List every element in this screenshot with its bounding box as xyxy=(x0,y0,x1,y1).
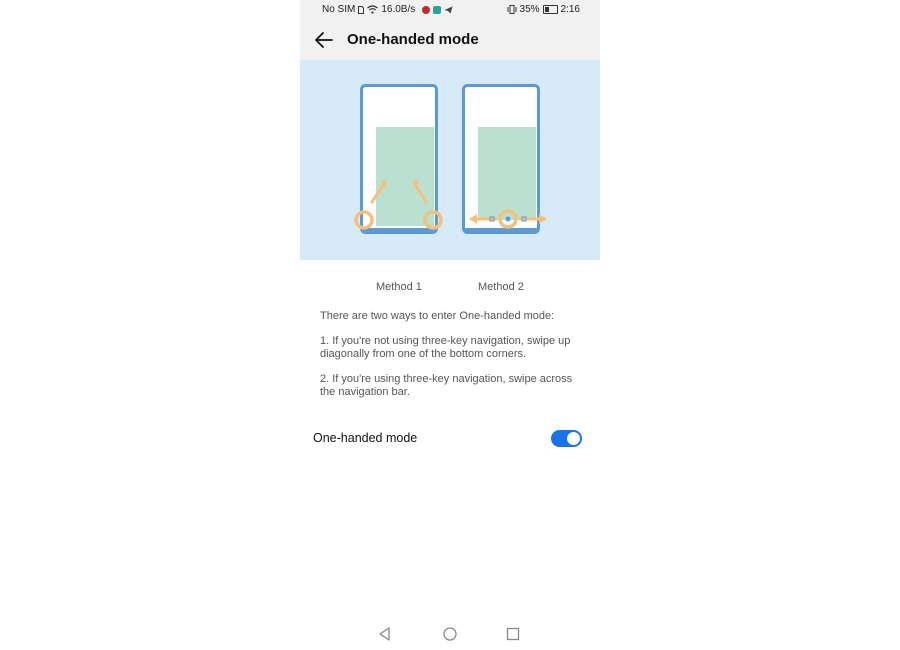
page-title: One-handed mode xyxy=(347,31,479,48)
phone-screen: No SIM 16.0B/s 35% 2:16 One-handed mode xyxy=(300,0,600,650)
home-circle-icon[interactable] xyxy=(441,625,459,643)
app-notification-green-icon xyxy=(433,5,442,14)
clock: 2:16 xyxy=(560,4,580,15)
vibrate-icon xyxy=(507,5,517,14)
sim-icon xyxy=(358,5,365,14)
method-illustration xyxy=(300,60,600,260)
status-left: No SIM 16.0B/s xyxy=(322,4,453,15)
wifi-icon xyxy=(367,5,379,14)
description-method-1: 1. If you're not using three-key navigat… xyxy=(320,335,571,360)
setting-label: One-handed mode xyxy=(313,431,418,445)
telegram-icon xyxy=(444,6,453,13)
navigation-bar xyxy=(300,622,600,646)
illustration-graphic xyxy=(354,84,547,234)
phone-method-1 xyxy=(354,84,443,234)
description-method-2: 2. If you're using three-key navigation,… xyxy=(320,373,573,398)
carrier-text: No SIM xyxy=(322,4,356,15)
description-intro: There are two ways to enter One-handed m… xyxy=(320,310,555,322)
app-header: One-handed mode xyxy=(300,20,600,60)
method-2-label: Method 2 xyxy=(478,281,524,293)
back-triangle-icon[interactable] xyxy=(376,625,394,643)
battery-icon xyxy=(542,5,558,14)
method-1-label: Method 1 xyxy=(376,281,422,293)
status-right: 35% 2:16 xyxy=(507,4,580,15)
network-speed: 16.0B/s xyxy=(381,4,416,15)
app-notification-red-icon xyxy=(422,5,431,14)
recents-square-icon[interactable] xyxy=(504,625,522,643)
toggle-knob xyxy=(567,432,580,445)
status-bar: No SIM 16.0B/s 35% 2:16 xyxy=(300,0,600,20)
one-handed-mode-setting[interactable]: One-handed mode xyxy=(300,420,600,458)
arrow-left-icon[interactable] xyxy=(312,28,336,52)
battery-percent: 35% xyxy=(519,4,540,15)
one-handed-mode-toggle[interactable] xyxy=(551,430,582,447)
phone-method-2 xyxy=(462,84,547,234)
